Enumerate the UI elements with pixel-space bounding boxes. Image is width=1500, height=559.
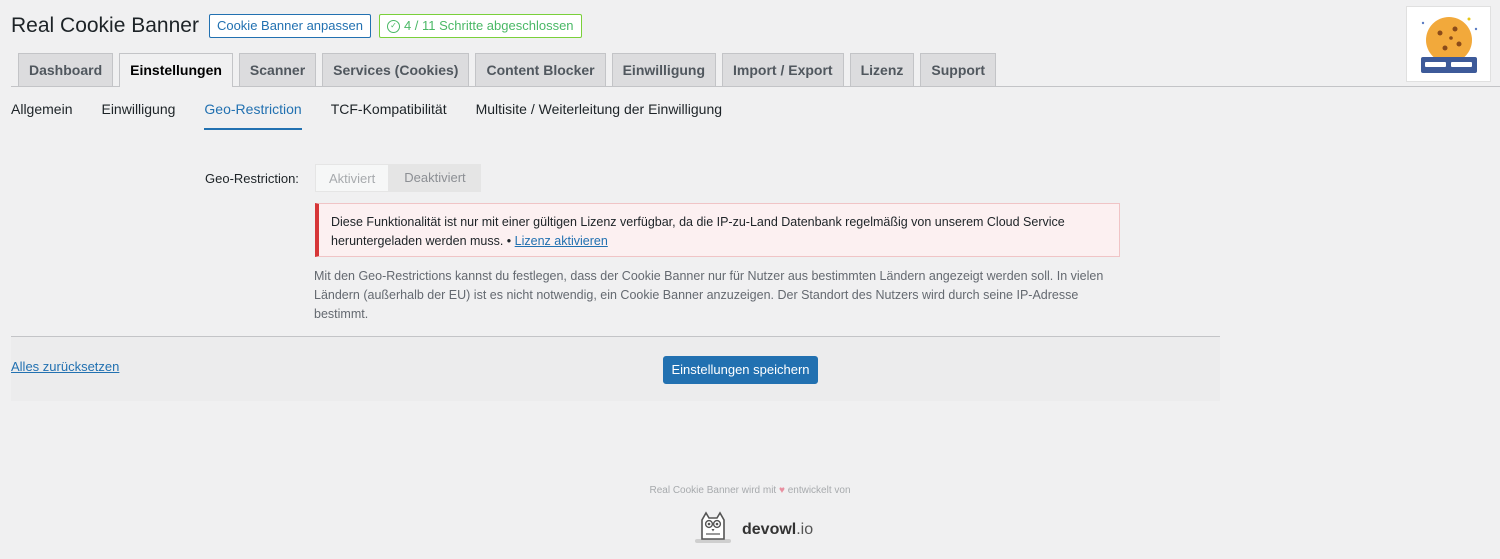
page-header: Real Cookie Banner Cookie Banner anpasse… bbox=[11, 14, 582, 38]
subtab-allgemein[interactable]: Allgemein bbox=[11, 101, 72, 130]
geo-restriction-description: Mit den Geo-Restrictions kannst du festl… bbox=[314, 269, 1104, 321]
subtab-geo-restriction[interactable]: Geo-Restriction bbox=[204, 101, 302, 130]
steps-progress-button[interactable]: ✓ 4 / 11 Schritte abgeschlossen bbox=[378, 14, 582, 38]
geo-restriction-toggle: Aktiviert Deaktiviert bbox=[315, 164, 481, 192]
form-footer bbox=[11, 337, 1220, 401]
tab-einstellungen[interactable]: Einstellungen bbox=[119, 53, 233, 87]
app-title: Real Cookie Banner bbox=[11, 14, 199, 37]
devowl-wordmark: devowl.io bbox=[742, 521, 813, 539]
tab-dashboard[interactable]: Dashboard bbox=[18, 53, 114, 86]
devowl-name: devowl bbox=[742, 520, 797, 538]
reset-all-link[interactable]: Alles zurücksetzen bbox=[11, 359, 119, 374]
credit-line: Real Cookie Banner wird mit ♥ entwickelt… bbox=[0, 485, 1500, 496]
tab-einwilligung[interactable]: Einwilligung bbox=[611, 53, 717, 86]
subtab-einwilligung[interactable]: Einwilligung bbox=[101, 101, 175, 130]
activate-license-link[interactable]: Lizenz aktivieren bbox=[515, 234, 608, 248]
main-tabs: Dashboard Einstellungen Scanner Services… bbox=[18, 53, 997, 87]
license-error-notice: Diese Funktionalität ist nur mit einer g… bbox=[315, 203, 1120, 257]
geo-activated-option[interactable]: Aktiviert bbox=[315, 164, 390, 192]
devowl-suffix: .io bbox=[796, 520, 814, 538]
check-circle-icon: ✓ bbox=[386, 19, 400, 33]
devowl-brand[interactable]: devowl.io bbox=[692, 509, 813, 550]
tab-support[interactable]: Support bbox=[920, 53, 997, 86]
tab-content-blocker[interactable]: Content Blocker bbox=[475, 53, 606, 86]
credit-text-before: Real Cookie Banner wird mit bbox=[649, 485, 777, 496]
heart-icon: ♥ bbox=[778, 485, 785, 496]
save-settings-button[interactable]: Einstellungen speichern bbox=[663, 356, 818, 384]
geo-deactivated-option[interactable]: Deaktiviert bbox=[389, 164, 481, 192]
steps-progress-label: 4 / 11 Schritte abgeschlossen bbox=[403, 18, 574, 33]
credit-text-after: entwickelt von bbox=[787, 485, 851, 496]
tab-lizenz[interactable]: Lizenz bbox=[849, 53, 915, 86]
subtab-multisite[interactable]: Multisite / Weiterleitung der Einwilligu… bbox=[476, 101, 722, 130]
geo-restriction-label: Geo-Restriction: bbox=[205, 171, 299, 186]
notice-text: Diese Funktionalität ist nur mit einer g… bbox=[331, 215, 1065, 248]
customize-banner-button[interactable]: Cookie Banner anpassen bbox=[208, 14, 371, 38]
settings-subtabs: Allgemein Einwilligung Geo-Restriction T… bbox=[11, 101, 722, 130]
tab-services[interactable]: Services (Cookies) bbox=[322, 53, 470, 86]
owl-icon bbox=[692, 509, 734, 550]
subtab-tcf[interactable]: TCF-Kompatibilität bbox=[331, 101, 447, 130]
tab-import-export[interactable]: Import / Export bbox=[722, 53, 844, 86]
cookie-banner-logo bbox=[1406, 6, 1491, 82]
tab-scanner[interactable]: Scanner bbox=[238, 53, 317, 86]
